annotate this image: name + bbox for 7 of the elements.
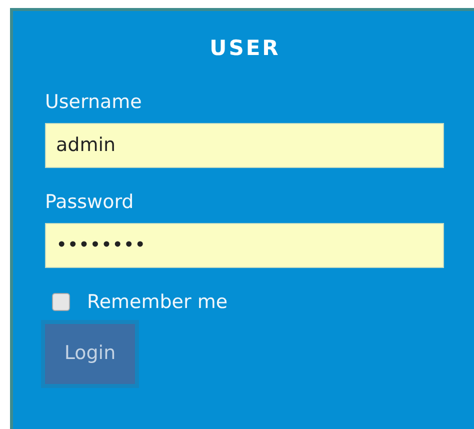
- input-field[interactable]: admin: [45, 122, 444, 168]
- panel-title: USER: [208, 35, 282, 62]
- input-field[interactable]: ••••••••: [45, 222, 444, 268]
- field-label: Username: [45, 90, 143, 114]
- field-label: Password: [45, 190, 135, 214]
- remember-checkbox[interactable]: [52, 292, 70, 310]
- checkbox-label: Remember me: [87, 290, 228, 314]
